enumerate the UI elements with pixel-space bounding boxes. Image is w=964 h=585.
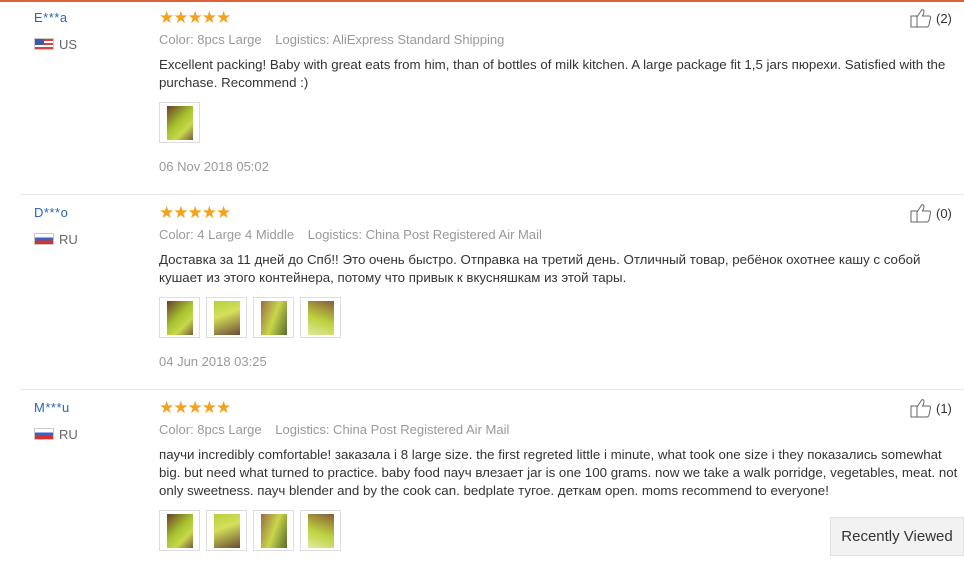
review-text: Excellent packing! Baby with great eats … xyxy=(159,57,946,90)
review-meta: Color: 8pcs Large Logistics: AliExpress … xyxy=(159,32,504,47)
color-option: Color: 8pcs Large xyxy=(159,422,262,437)
helpful-button[interactable]: (0) xyxy=(910,203,952,223)
review-meta: Color: 4 Large 4 Middle Logistics: China… xyxy=(159,227,542,242)
review-photo-thumbnail[interactable] xyxy=(159,510,200,551)
review-photo-thumbnail[interactable] xyxy=(206,510,247,551)
review-photos xyxy=(159,297,341,338)
color-option: Color: 8pcs Large xyxy=(159,32,262,47)
ru-flag-icon xyxy=(34,428,54,440)
helpful-count: (0) xyxy=(936,205,952,221)
review-photo-thumbnail[interactable] xyxy=(159,297,200,338)
thumbs-up-icon xyxy=(910,9,932,28)
star-rating: ★★★★★ xyxy=(159,203,231,222)
review-date: 04 Jun 2018 03:25 xyxy=(159,354,267,369)
review-text: паучи incredibly comfortable! заказала i… xyxy=(159,447,958,498)
us-flag-icon xyxy=(34,38,54,50)
review-photo-thumbnail[interactable] xyxy=(300,297,341,338)
ru-flag-icon xyxy=(34,233,54,245)
logistics-info: Logistics: China Post Registered Air Mai… xyxy=(275,422,510,437)
review-meta: Color: 8pcs Large Logistics: China Post … xyxy=(159,422,509,437)
review-photo-thumbnail[interactable] xyxy=(206,297,247,338)
helpful-count: (1) xyxy=(936,400,952,416)
recently-viewed-button[interactable]: Recently Viewed xyxy=(830,517,964,556)
reviewer-country: RU xyxy=(59,427,78,442)
reviewer-country: RU xyxy=(59,232,78,247)
color-option: Color: 4 Large 4 Middle xyxy=(159,227,295,242)
helpful-count: (2) xyxy=(936,10,952,26)
logistics-info: Logistics: China Post Registered Air Mai… xyxy=(307,227,542,242)
helpful-button[interactable]: (2) xyxy=(910,8,952,28)
review-photos xyxy=(159,510,341,551)
logistics-info: Logistics: AliExpress Standard Shipping xyxy=(275,32,505,47)
review-photo-thumbnail[interactable] xyxy=(253,297,294,338)
review-photo-thumbnail[interactable] xyxy=(300,510,341,551)
reviewer-name[interactable]: M***u xyxy=(34,400,70,415)
thumbs-up-icon xyxy=(910,399,932,418)
review-photo-thumbnail[interactable] xyxy=(253,510,294,551)
review-item: E***a US ★★★★★ Color: 8pcs Large Logisti… xyxy=(0,0,964,195)
review-text: Доставка за 11 дней до Спб!! Это очень б… xyxy=(159,252,921,285)
review-item: D***o RU ★★★★★ Color: 4 Large 4 Middle L… xyxy=(0,195,964,390)
star-rating: ★★★★★ xyxy=(159,398,231,417)
review-photo-thumbnail[interactable] xyxy=(159,102,200,143)
reviewer-name[interactable]: E***a xyxy=(34,10,68,25)
helpful-button[interactable]: (1) xyxy=(910,398,952,418)
reviewer-country: US xyxy=(59,37,78,52)
star-rating: ★★★★★ xyxy=(159,8,231,27)
review-photos xyxy=(159,102,200,143)
review-date: 06 Nov 2018 05:02 xyxy=(159,159,269,174)
reviewer-name[interactable]: D***o xyxy=(34,205,68,220)
thumbs-up-icon xyxy=(910,204,932,223)
